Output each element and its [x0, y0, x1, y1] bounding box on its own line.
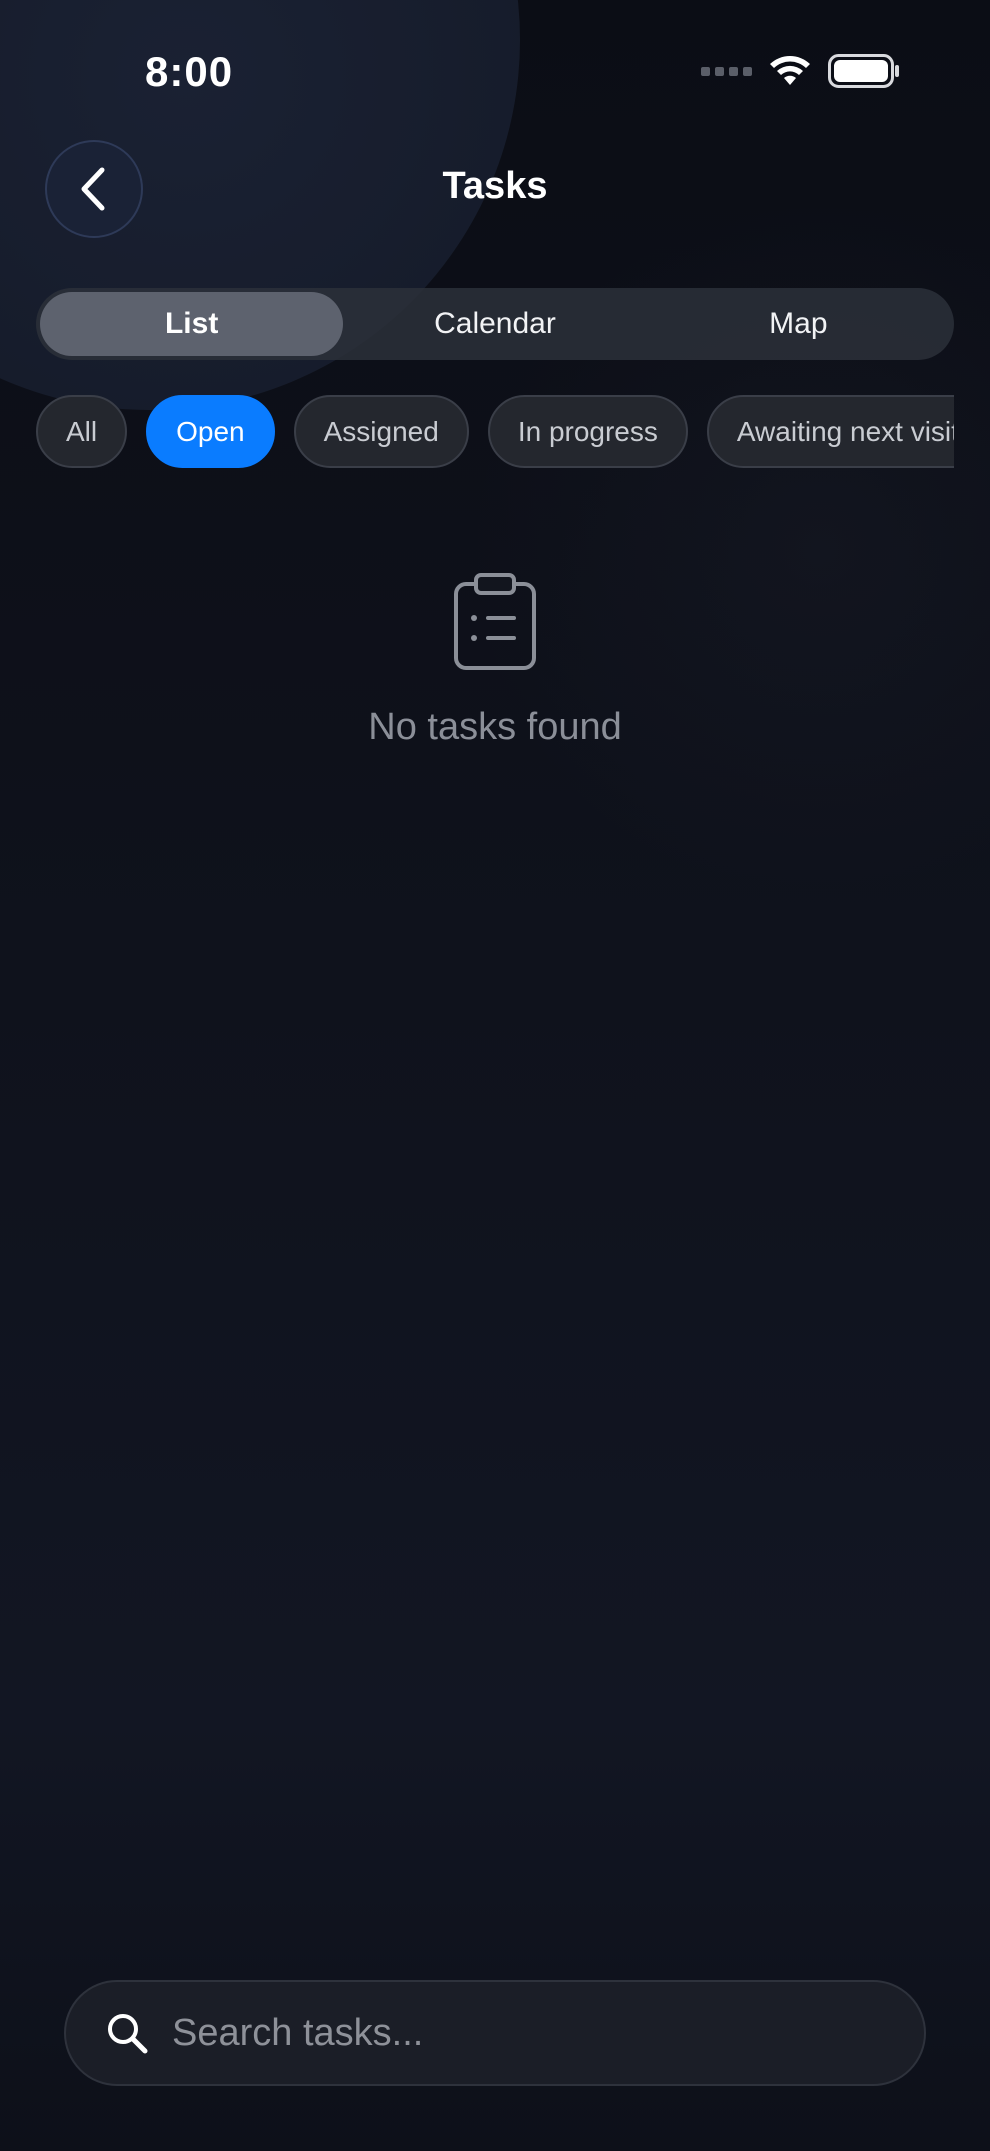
- filter-chip-open[interactable]: Open: [146, 395, 275, 468]
- tab-list[interactable]: List: [40, 292, 344, 356]
- view-switcher: List Calendar Map: [36, 288, 954, 360]
- empty-state-message: No tasks found: [368, 706, 622, 748]
- filter-chip-assigned[interactable]: Assigned: [293, 395, 469, 468]
- clipboard-list-icon: [454, 573, 536, 670]
- tab-map[interactable]: Map: [647, 292, 950, 356]
- search-bar[interactable]: [64, 1980, 926, 2086]
- cellular-signal-icon: [701, 66, 752, 76]
- filter-chip-all[interactable]: All: [36, 395, 128, 468]
- tab-calendar[interactable]: Calendar: [343, 292, 646, 356]
- filter-chip-awaiting-next-visit[interactable]: Awaiting next visit: [706, 395, 954, 468]
- filter-chip-in-progress[interactable]: In progress: [487, 395, 688, 468]
- filter-chips: All Open Assigned In progress Awaiting n…: [36, 395, 954, 470]
- tasks-screen: 8:00 Tasks List Calendar Map All Open As…: [0, 0, 990, 2151]
- search-icon: [108, 2014, 148, 2054]
- page-title: Tasks: [442, 165, 548, 207]
- status-time: 8:00: [145, 48, 234, 95]
- battery-icon: [828, 54, 899, 88]
- search-input[interactable]: [170, 1981, 924, 2085]
- status-indicators: [701, 54, 900, 88]
- wifi-icon: [770, 56, 810, 85]
